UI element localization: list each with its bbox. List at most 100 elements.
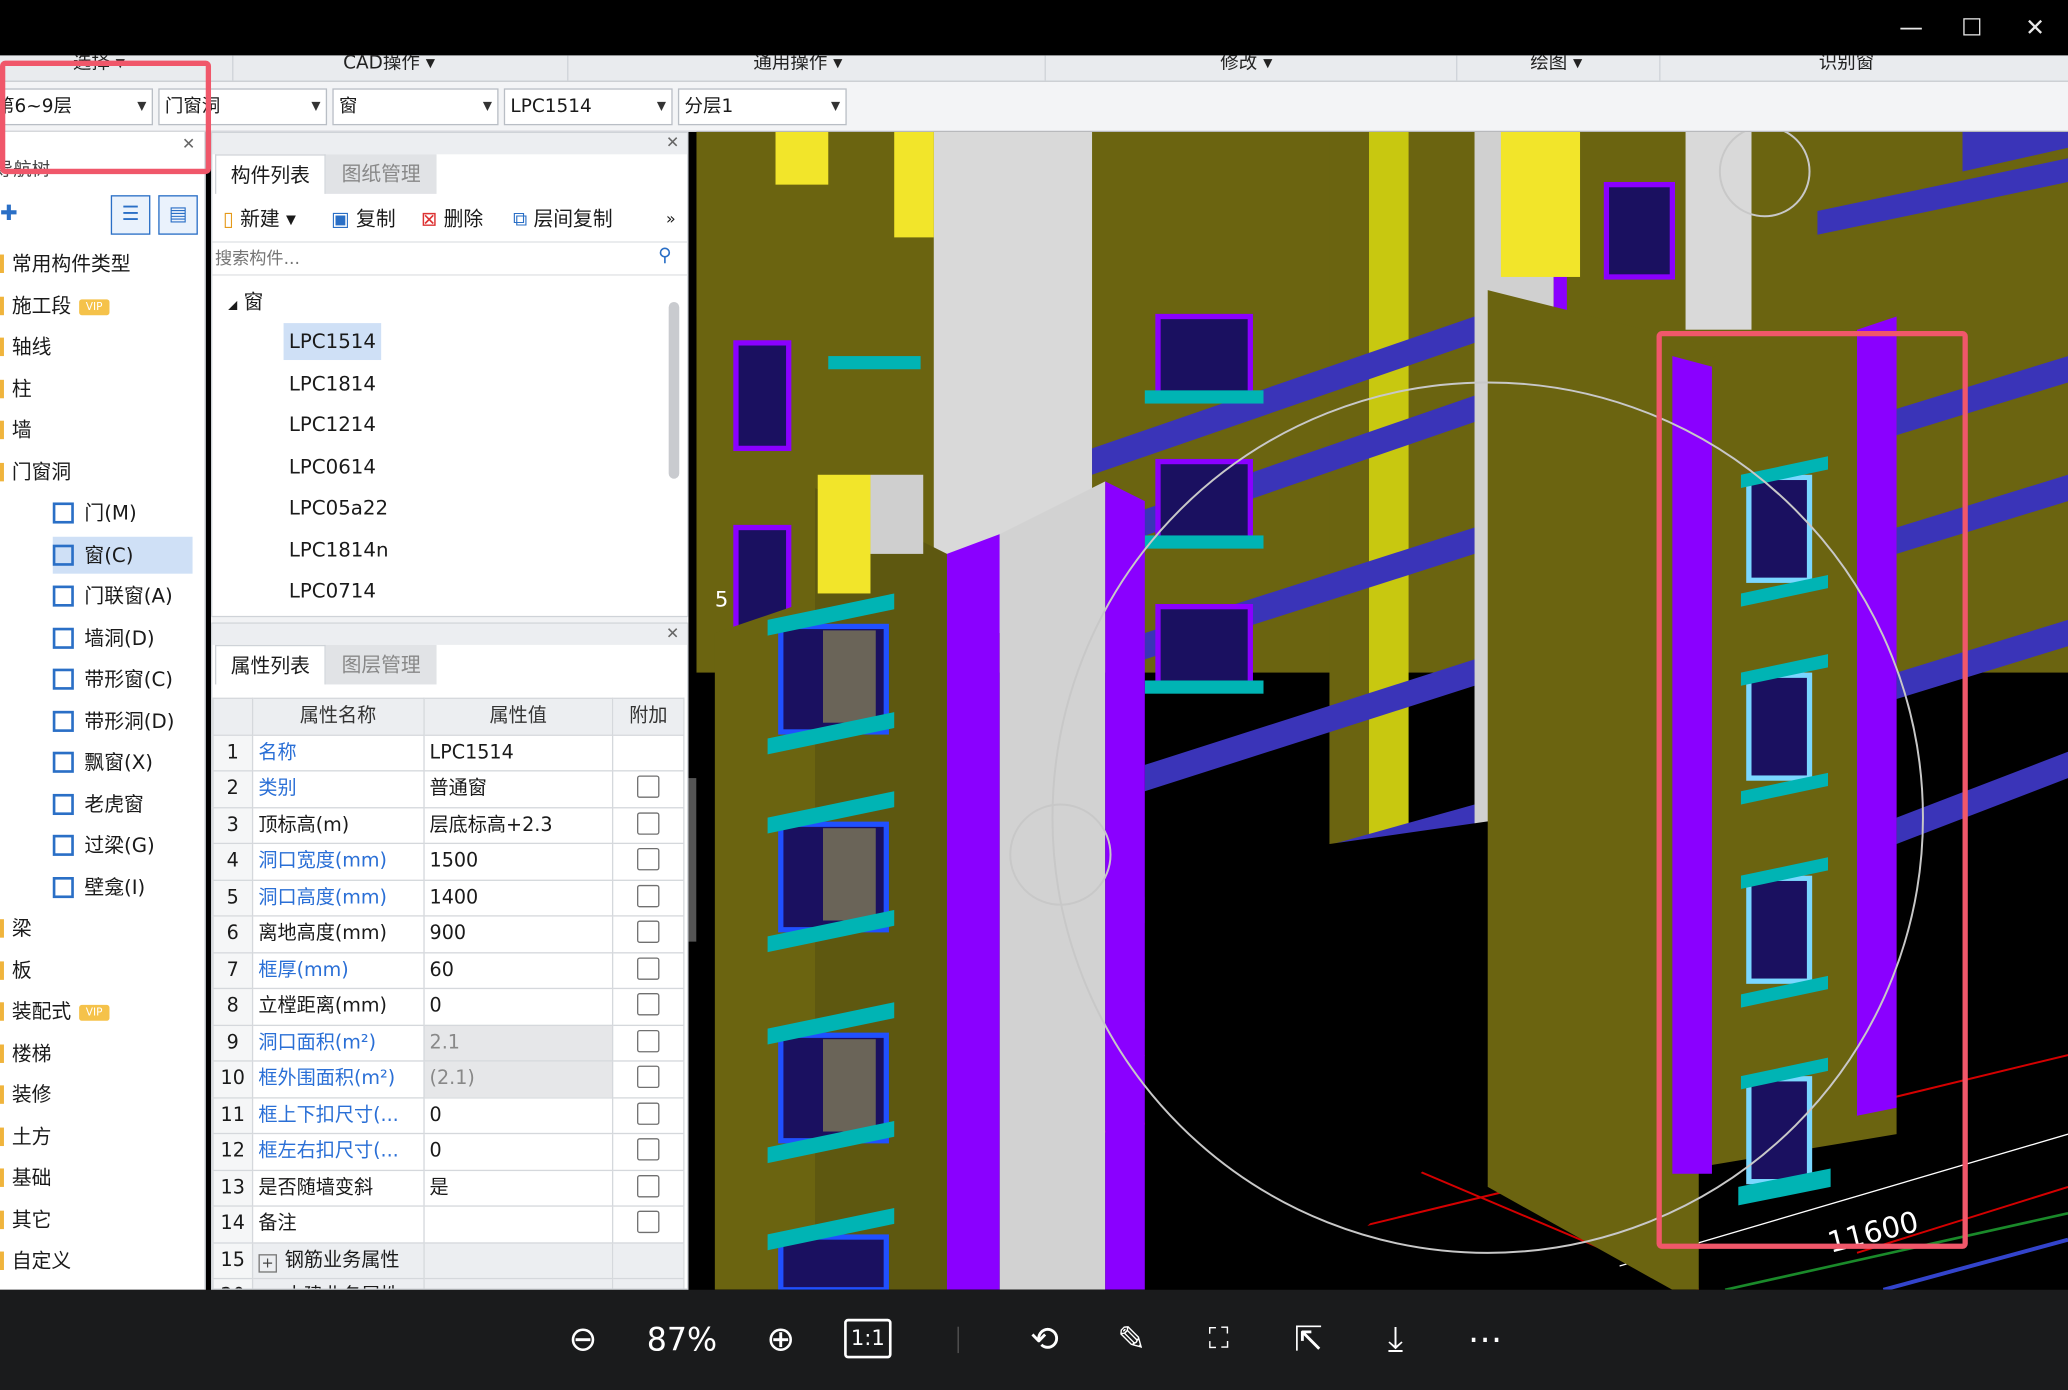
nav-tree-item[interactable]: 梁 xyxy=(0,910,32,947)
tab-component-list[interactable]: 构件列表 xyxy=(214,154,326,194)
property-value[interactable]: 1400 xyxy=(422,878,614,917)
property-row[interactable]: 13 是否随墙变斜 是 xyxy=(212,1169,685,1207)
nav-tree-item[interactable]: 壁龛(I) xyxy=(52,868,146,905)
property-row[interactable]: 2 类别 普通窗 xyxy=(212,770,685,808)
property-value[interactable]: 1500 xyxy=(422,842,614,881)
actual-size-button[interactable]: 1:1 xyxy=(844,1318,892,1359)
new-button[interactable]: ▯ 新建 ▾ xyxy=(223,202,296,236)
close-icon[interactable]: ✕ xyxy=(666,133,679,151)
search-input[interactable] xyxy=(214,245,638,272)
component-list-item[interactable]: LPC05a22 xyxy=(284,489,394,526)
extra-checkbox[interactable] xyxy=(637,957,660,980)
property-row[interactable]: 20+土建业务属性 xyxy=(212,1277,685,1289)
more-button[interactable]: » xyxy=(666,202,676,236)
property-value[interactable] xyxy=(422,1205,614,1243)
nav-tree-item[interactable]: 土方 xyxy=(0,1118,51,1155)
nav-tree-item[interactable]: 装修 xyxy=(0,1076,51,1113)
tab-drawing-management[interactable]: 图纸管理 xyxy=(325,154,437,194)
property-row[interactable]: 9 洞口面积(m²) 2.1 xyxy=(212,1024,685,1062)
menu-cad-operation[interactable]: CAD操作 ▾ xyxy=(303,55,474,79)
extra-checkbox[interactable] xyxy=(637,1102,660,1125)
close-button[interactable]: ✕ xyxy=(2018,12,2052,46)
nav-tree-item[interactable]: 门(M) xyxy=(52,495,137,532)
component-select[interactable]: LPC1514 ▼ xyxy=(503,88,673,126)
nav-tree-item[interactable]: 飘窗(X) xyxy=(52,744,153,781)
zoom-in-icon[interactable]: ⊕ xyxy=(754,1314,807,1367)
property-row[interactable]: 7 框厚(mm) 60 xyxy=(212,951,685,990)
more-options-icon[interactable]: ⋯ xyxy=(1456,1314,1514,1367)
extra-checkbox[interactable] xyxy=(637,775,660,799)
property-value[interactable] xyxy=(422,1277,614,1289)
extra-checkbox[interactable] xyxy=(637,848,660,871)
property-row[interactable]: 11 框上下扣尺寸(... 0 xyxy=(212,1096,685,1135)
extra-checkbox[interactable] xyxy=(637,1029,660,1053)
property-value[interactable]: 60 xyxy=(422,951,614,990)
maximize-button[interactable]: ☐ xyxy=(1955,12,1989,46)
extra-checkbox[interactable] xyxy=(637,812,660,835)
extra-checkbox[interactable] xyxy=(637,1138,660,1161)
zoom-out-icon[interactable]: ⊖ xyxy=(557,1314,610,1367)
nav-tree-item[interactable]: 基础 xyxy=(0,1159,51,1196)
nav-tree-item[interactable]: 门窗洞 xyxy=(0,453,71,490)
rotate-icon[interactable]: ⟲ xyxy=(1018,1314,1071,1367)
nav-tree-item[interactable]: 老虎窗 xyxy=(52,785,144,822)
nav-tree-item[interactable]: 墙 xyxy=(0,411,32,448)
component-list-item[interactable]: LPC1214 xyxy=(284,406,382,443)
panel-view-icon[interactable]: ▤ xyxy=(158,195,198,235)
extra-checkbox[interactable] xyxy=(637,920,660,944)
edit-pen-icon[interactable]: ✎ xyxy=(1105,1314,1158,1367)
property-row[interactable]: 4 洞口宽度(mm) 1500 xyxy=(212,842,685,881)
menu-modify[interactable]: 修改 ▾ xyxy=(1187,55,1306,79)
download-icon[interactable]: ⤓ xyxy=(1369,1314,1422,1367)
property-value[interactable]: 0 xyxy=(422,1096,614,1135)
minimize-button[interactable]: — xyxy=(1894,12,1928,46)
property-row[interactable]: 14 备注 xyxy=(212,1205,685,1243)
property-value[interactable]: 0 xyxy=(422,987,614,1026)
component-list-item[interactable]: LPC0714 xyxy=(284,572,382,609)
nav-tree-item[interactable]: 窗(C) xyxy=(52,536,193,574)
nav-tree-item[interactable]: 其它 xyxy=(0,1201,51,1238)
menu-draw[interactable]: 绘图 ▾ xyxy=(1504,55,1610,79)
pin-icon[interactable]: ✚ xyxy=(0,200,18,225)
nav-tree-item[interactable]: 楼梯 xyxy=(0,1035,51,1072)
expand-icon[interactable]: + xyxy=(258,1253,277,1273)
nav-tree-item[interactable]: 施工段 VIP xyxy=(0,287,110,324)
nav-tree-item[interactable]: 板 xyxy=(0,952,32,989)
property-row[interactable]: 12 框左右扣尺寸(... 0 xyxy=(212,1132,685,1171)
nav-tree-item[interactable]: 过梁(G) xyxy=(52,827,155,864)
floor-copy-button[interactable]: ⧉ 层间复制 xyxy=(513,202,613,236)
property-row[interactable]: 5 洞口高度(mm) 1400 xyxy=(212,878,685,917)
nav-tree-item[interactable]: 自定义 xyxy=(0,1242,71,1279)
nav-tree-item[interactable]: 柱 xyxy=(0,370,32,407)
panel-splitter[interactable] xyxy=(688,778,697,942)
nav-tree-item[interactable]: 装配式 VIP xyxy=(0,993,110,1030)
property-row[interactable]: 10 框外围面积(m²) (2.1) xyxy=(212,1060,685,1098)
menu-general-operation[interactable]: 通用操作 ▾ xyxy=(712,55,883,79)
extra-checkbox[interactable] xyxy=(637,1174,660,1198)
property-value[interactable] xyxy=(422,1241,614,1280)
property-row[interactable]: 15 + 钢筋业务属性 xyxy=(212,1241,685,1280)
nav-tree-item[interactable]: 轴线 xyxy=(0,328,51,365)
component-list-item[interactable]: LPC1514 xyxy=(283,323,382,361)
nav-tree-item[interactable]: 带形洞(D) xyxy=(52,702,175,739)
extra-checkbox[interactable] xyxy=(637,1210,660,1234)
property-value[interactable]: LPC1514 xyxy=(422,733,614,772)
component-group[interactable]: ◢ 窗 xyxy=(228,286,263,322)
extra-checkbox[interactable] xyxy=(637,993,660,1016)
delete-button[interactable]: ⊠ 删除 xyxy=(421,202,483,236)
scrollbar-thumb[interactable] xyxy=(668,302,680,479)
list-view-icon[interactable]: ☰ xyxy=(110,195,151,235)
property-row[interactable]: 3 顶标高(m) 层底标高+2.3 xyxy=(212,806,685,845)
share-icon[interactable]: ⇱ xyxy=(1282,1314,1335,1367)
nav-tree-item[interactable]: 门联窗(A) xyxy=(52,578,173,615)
component-list-item[interactable]: LPC1814n xyxy=(284,531,394,568)
text-recognize-icon[interactable]: ⛶ xyxy=(1192,1314,1245,1367)
property-value[interactable]: 层底标高+2.3 xyxy=(422,806,614,845)
copy-button[interactable]: ▣ 复制 xyxy=(331,202,396,236)
property-row[interactable]: 8 立樘距离(mm) 0 xyxy=(212,987,685,1026)
nav-tree-item[interactable]: 墙洞(D) xyxy=(52,619,155,656)
component-list-item[interactable]: LPC0614 xyxy=(284,448,382,485)
property-row[interactable]: 1 名称 LPC1514 xyxy=(212,733,685,772)
close-icon[interactable]: ✕ xyxy=(666,624,679,642)
layer-select[interactable]: 分层1 ▼ xyxy=(677,88,847,126)
